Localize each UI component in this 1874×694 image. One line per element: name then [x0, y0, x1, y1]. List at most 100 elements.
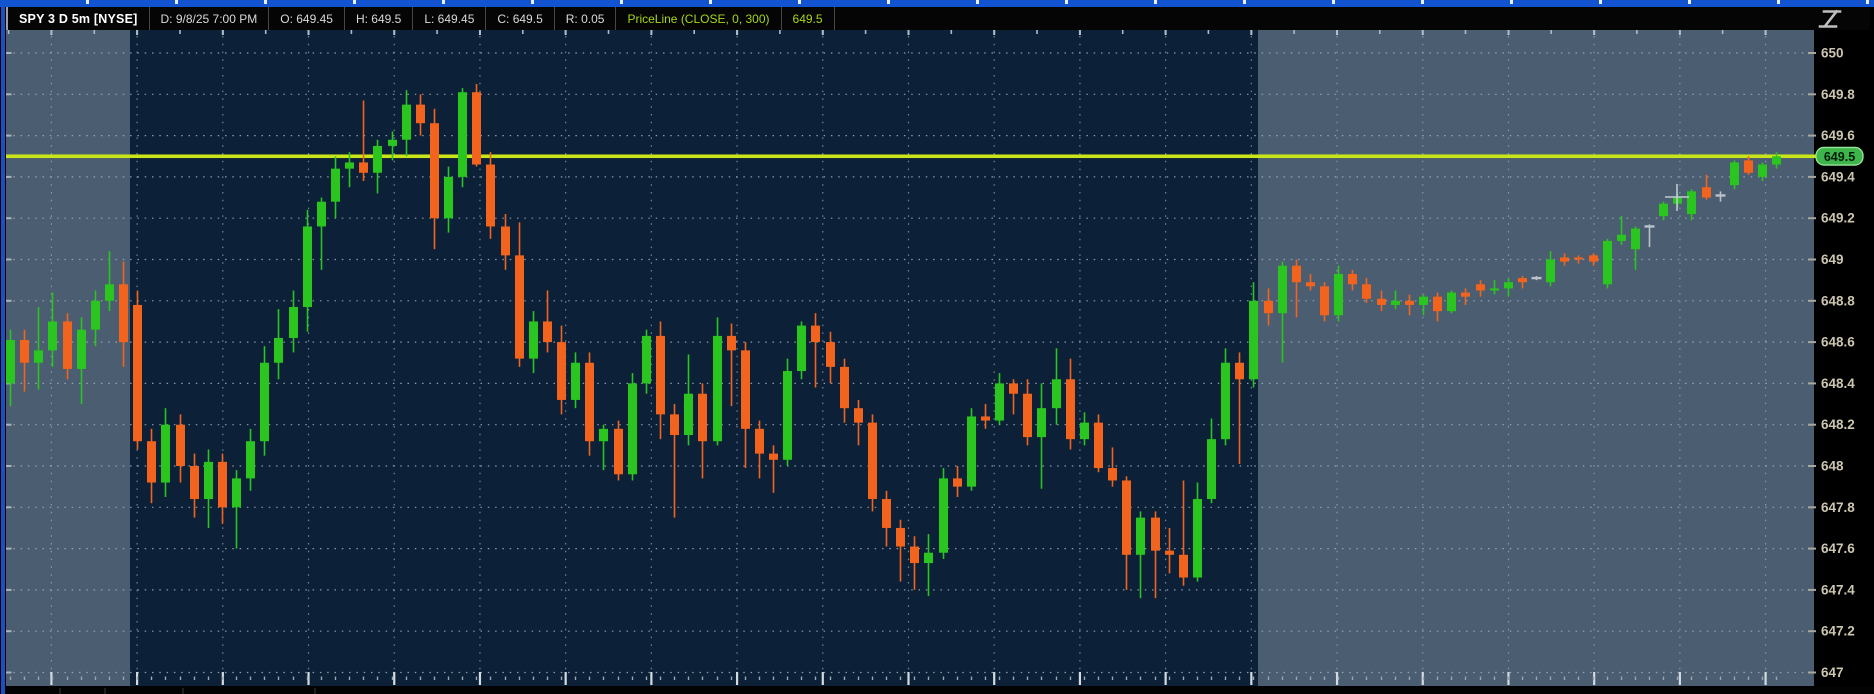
- bottom-minor-tick: [222, 677, 223, 681]
- bottom-minor-tick: [801, 677, 802, 681]
- candle-body: [1249, 301, 1258, 379]
- bottom-minor-tick: [180, 677, 181, 681]
- priceline-study-value: 649.5: [782, 7, 835, 30]
- chart-plot-area[interactable]: 650649.8649.6649.4649.2649648.8648.6648.…: [0, 0, 1874, 694]
- candle-body: [896, 528, 905, 547]
- candle-body: [1264, 301, 1273, 313]
- bottom-minor-tick: [81, 677, 82, 681]
- top-minor-tick: [1036, 30, 1038, 34]
- bottom-minor-tick: [236, 677, 237, 681]
- bottom-major-tick: [1165, 672, 1167, 685]
- bottom-minor-tick: [321, 677, 322, 681]
- symbol-timeframe-label[interactable]: SPY 3 D 5m [NYSE]: [8, 7, 150, 30]
- bottom-minor-tick: [349, 677, 350, 681]
- bottom-major-tick: [907, 672, 909, 685]
- bottom-minor-tick: [1041, 677, 1042, 681]
- candle-body: [1009, 383, 1018, 393]
- candle-body: [63, 321, 72, 368]
- open-field: O: 649.45: [269, 7, 345, 30]
- candle-body: [1094, 423, 1103, 468]
- bottom-minor-tick: [1366, 677, 1367, 681]
- bottom-minor-tick: [194, 677, 195, 681]
- candle-body: [1151, 518, 1160, 551]
- candle-body: [981, 416, 990, 420]
- bottom-minor-tick: [1268, 677, 1269, 681]
- bottom-minor-tick: [1423, 677, 1424, 681]
- candle-body: [924, 553, 933, 563]
- candle-body: [755, 429, 764, 454]
- bottom-minor-tick: [957, 677, 958, 681]
- top-minor-tick: [1250, 30, 1252, 34]
- bottom-minor-tick: [547, 677, 548, 681]
- top-minor-tick: [693, 30, 695, 34]
- candle-body: [1730, 162, 1739, 185]
- trading-chart-window: 650649.8649.6649.4649.2649648.8648.6648.…: [0, 0, 1874, 694]
- bottom-major-tick: [650, 672, 652, 685]
- bottom-major-tick: [393, 672, 395, 685]
- priceline-study-line[interactable]: [6, 154, 1816, 158]
- bottom-minor-tick: [1155, 677, 1156, 681]
- candle-body: [1165, 551, 1174, 555]
- top-minor-tick: [393, 30, 395, 34]
- session-regular-hours-background: [130, 30, 1258, 686]
- bottom-minor-tick: [745, 677, 746, 681]
- chart-mode-icon[interactable]: [1814, 9, 1846, 29]
- candle-unchanged-dash: [1716, 194, 1726, 196]
- bottom-minor-tick: [377, 677, 378, 681]
- bottom-minor-tick: [1465, 677, 1466, 681]
- top-minor-tick: [1593, 30, 1595, 34]
- candle-body: [1476, 284, 1485, 290]
- bottom-minor-tick: [1593, 677, 1594, 681]
- price-axis-label: 647.2: [1821, 624, 1855, 639]
- top-minor-tick: [265, 30, 267, 34]
- price-axis-label: 648.6: [1821, 335, 1855, 350]
- bottom-minor-tick: [1734, 677, 1735, 681]
- top-minor-tick: [1336, 30, 1338, 34]
- top-minor-tick: [651, 30, 653, 34]
- left-grid-tick: [6, 259, 12, 261]
- candle-body: [388, 140, 397, 146]
- bottom-minor-tick: [1211, 677, 1212, 681]
- left-grid-tick: [6, 135, 12, 137]
- left-grid-tick: [6, 52, 12, 54]
- left-grid-tick: [6, 176, 12, 178]
- candle-body: [1772, 156, 1781, 164]
- candle-body: [218, 462, 227, 507]
- candle-body: [1391, 301, 1400, 305]
- bottom-minor-tick: [123, 677, 124, 681]
- top-minor-tick: [1722, 30, 1724, 34]
- axis-grid-tick: [1808, 93, 1816, 95]
- left-grid-tick: [6, 672, 12, 674]
- candle-body: [741, 350, 750, 428]
- top-minor-tick: [8, 30, 10, 34]
- candle-body: [1278, 266, 1287, 313]
- candle-body: [416, 105, 425, 124]
- candle-body: [317, 202, 326, 227]
- left-grid-tick: [6, 424, 12, 426]
- candle-body: [995, 383, 1004, 420]
- candle-body: [1589, 255, 1598, 261]
- price-axis-label: 647: [1821, 665, 1844, 680]
- price-axis-label: 648: [1821, 459, 1844, 474]
- left-grid-tick: [6, 93, 12, 95]
- candle-body: [1659, 204, 1668, 216]
- candle-body: [1433, 297, 1442, 311]
- priceline-study-label[interactable]: PriceLine (CLOSE, 0, 300): [616, 7, 781, 30]
- candle-body: [1617, 235, 1626, 241]
- candle-body: [599, 429, 608, 441]
- bottom-major-tick: [1765, 672, 1767, 685]
- bottom-minor-tick: [971, 677, 972, 681]
- bottom-major-tick: [479, 672, 481, 685]
- candle-body: [1179, 555, 1188, 578]
- bottom-minor-tick: [264, 677, 265, 681]
- candle-body: [1306, 282, 1315, 286]
- price-axis-label: 647.6: [1821, 541, 1855, 556]
- candle-unchanged-dash: [1532, 277, 1542, 279]
- candle-body: [373, 146, 382, 173]
- candle-body: [20, 340, 29, 363]
- candle-body: [1108, 468, 1117, 480]
- candle-body: [585, 363, 594, 441]
- bottom-minor-tick: [1508, 677, 1509, 681]
- candle-body: [1603, 241, 1612, 284]
- price-axis-label: 649.2: [1821, 211, 1855, 226]
